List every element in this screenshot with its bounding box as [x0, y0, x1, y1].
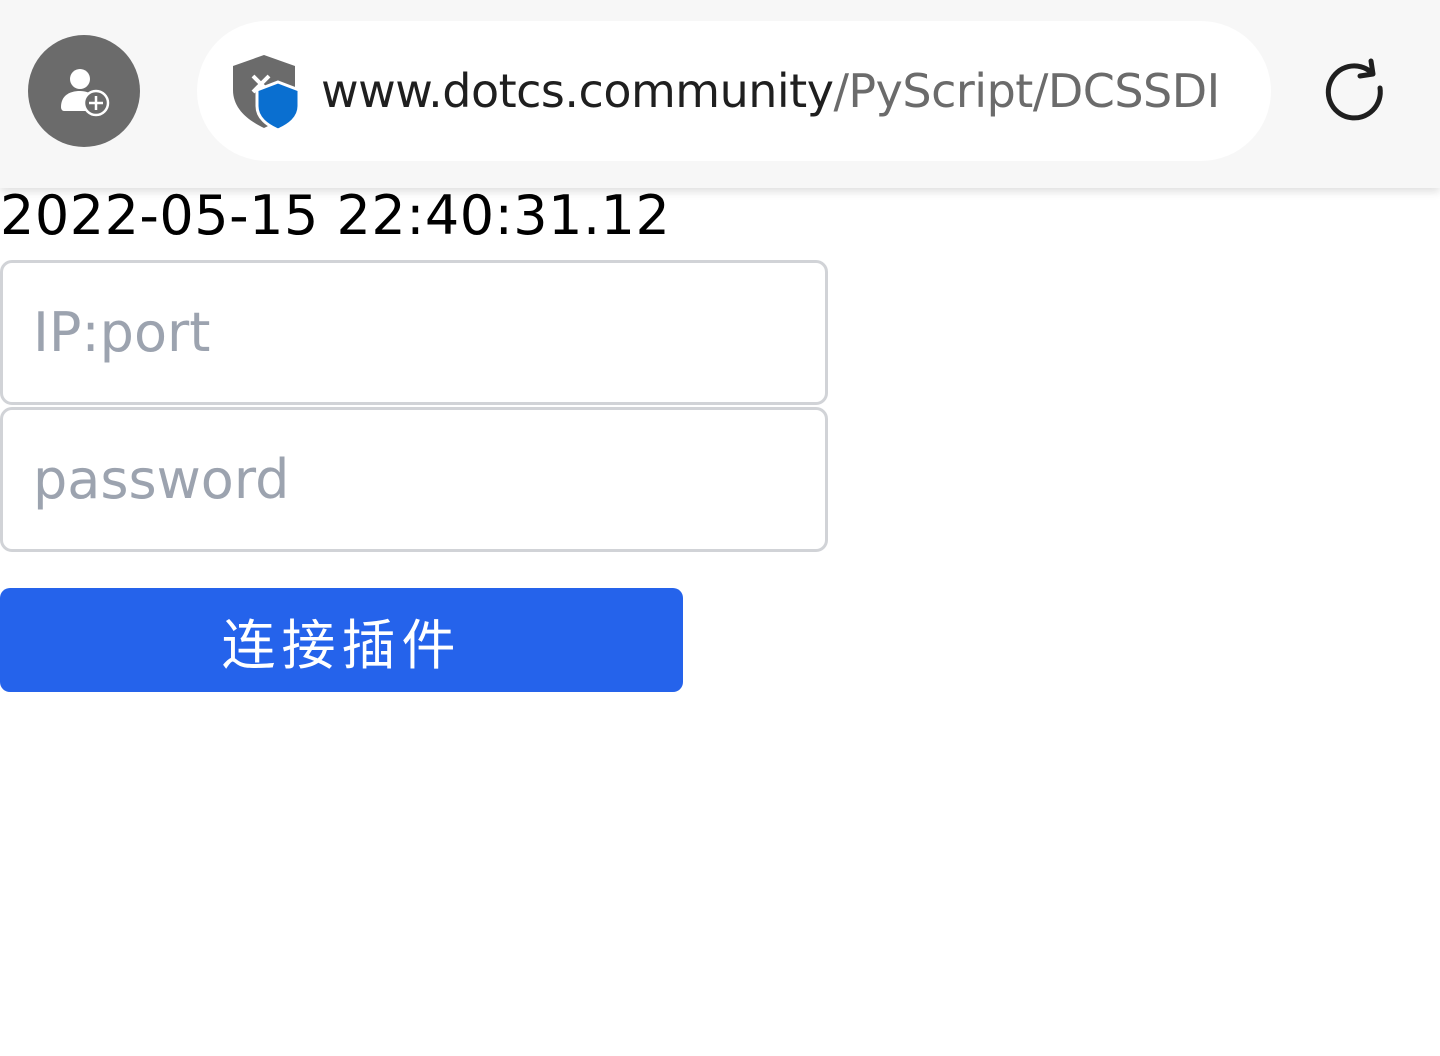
url-text[interactable]: www.dotcs.community/PyScript/DCSSDI [321, 21, 1245, 161]
address-bar[interactable]: www.dotcs.community/PyScript/DCSSDI [197, 21, 1271, 161]
add-user-icon [61, 69, 110, 117]
shield-blocked-icon [233, 55, 301, 132]
reload-button[interactable] [1316, 53, 1396, 133]
url-host: www.dotcs.community [321, 64, 834, 118]
timestamp: 2022-05-15 22:40:31.12 [0, 184, 671, 247]
reload-icon [1325, 58, 1383, 121]
password-input[interactable] [0, 407, 828, 552]
browser-toolbar: www.dotcs.community/PyScript/DCSSDI [0, 0, 1440, 188]
connect-plugin-label: 连接插件 [221, 613, 462, 677]
url-path: /PyScript/DCSSDI [833, 64, 1220, 118]
profile-button[interactable] [28, 35, 140, 147]
connect-plugin-button[interactable]: 连接插件 [0, 588, 683, 692]
ip-port-input[interactable] [0, 260, 828, 405]
